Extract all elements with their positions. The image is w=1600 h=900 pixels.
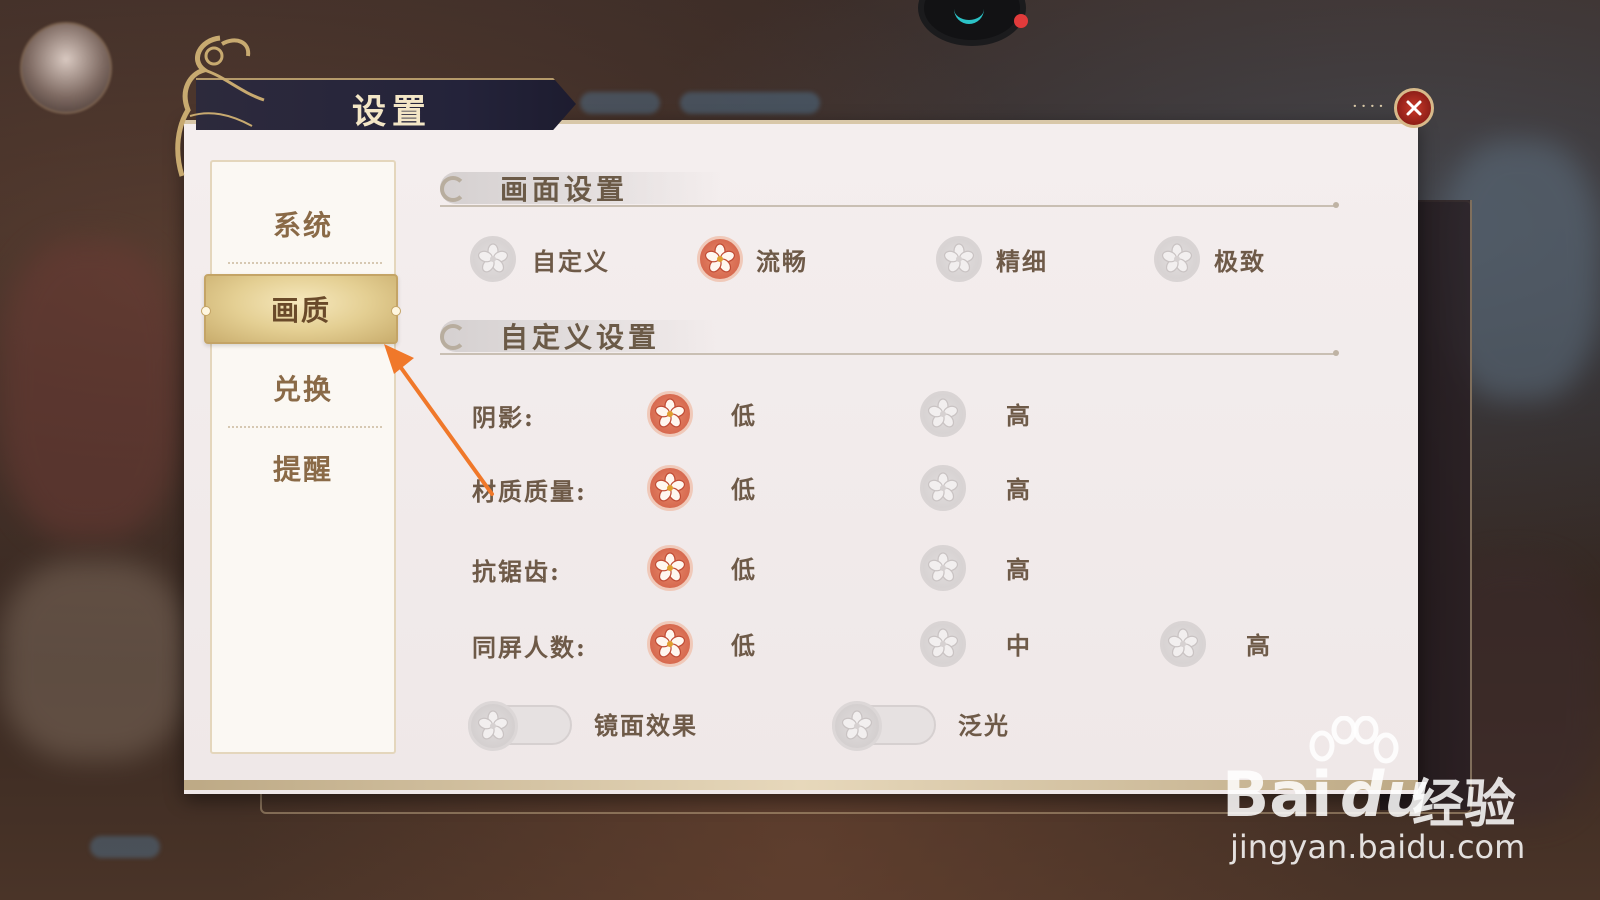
flower-icon <box>704 243 736 275</box>
flower-icon <box>841 710 873 742</box>
flower-icon <box>927 398 959 430</box>
texture-high-label: 高 <box>1006 475 1032 504</box>
sidebar-item-label: 画质 <box>270 294 331 327</box>
sidebar-item-redeem[interactable]: 兑换 <box>212 358 394 418</box>
sidebar-item-reminder[interactable]: 提醒 <box>212 438 394 498</box>
phoenix-ornament-icon <box>175 35 265 177</box>
background-blur-left <box>0 240 180 540</box>
flower-icon <box>654 472 686 504</box>
section-divider <box>440 205 1336 207</box>
preset-smooth-radio[interactable] <box>697 236 743 282</box>
sidebar-divider <box>228 262 382 264</box>
players-medium-radio[interactable] <box>920 621 966 667</box>
section-title: 画面设置 <box>500 173 629 206</box>
flower-icon <box>654 552 686 584</box>
preset-custom-radio[interactable] <box>470 236 516 282</box>
flower-icon <box>943 243 975 275</box>
mirror-effect-toggle[interactable] <box>468 701 572 751</box>
watermark-url: jingyan.baidu.com <box>1230 828 1526 866</box>
recording-dot-icon <box>1014 14 1028 28</box>
avatar <box>20 22 112 114</box>
section-divider <box>440 353 1336 355</box>
annotation-arrow-icon <box>384 344 494 496</box>
texture-low-label: 低 <box>731 475 757 504</box>
curl-ornament-icon <box>440 176 466 202</box>
page-title: 设置 <box>352 92 432 132</box>
preset-ultra-radio[interactable] <box>1154 236 1200 282</box>
preset-fine-label: 精细 <box>996 247 1048 276</box>
flower-icon <box>1161 243 1193 275</box>
sidebar-divider <box>228 426 382 428</box>
anti-aliasing-low-label: 低 <box>731 555 757 584</box>
flower-icon <box>927 628 959 660</box>
hud-blur-pill <box>680 92 820 114</box>
hud-blur-pill <box>90 836 160 858</box>
section-header-picture: 画面设置 <box>440 168 1340 208</box>
section-title: 自定义设置 <box>500 321 661 354</box>
anti-aliasing-high-radio[interactable] <box>920 545 966 591</box>
shadow-low-label: 低 <box>731 401 757 430</box>
flower-icon <box>477 243 509 275</box>
hud-blur-pill <box>580 92 660 114</box>
watermark-brand-cn: 经验 <box>1412 775 1517 835</box>
close-dots: ···· <box>1352 96 1387 117</box>
texture-high-radio[interactable] <box>920 465 966 511</box>
flower-icon <box>477 710 509 742</box>
preset-fine-radio[interactable] <box>936 236 982 282</box>
flower-icon <box>1167 628 1199 660</box>
flower-icon <box>654 398 686 430</box>
section-divider-dot <box>1333 350 1339 356</box>
anti-aliasing-low-radio[interactable] <box>647 545 693 591</box>
preset-smooth-label: 流畅 <box>756 247 808 276</box>
close-button[interactable] <box>1394 88 1434 128</box>
anti-aliasing-high-label: 高 <box>1006 555 1032 584</box>
sidebar-item-label: 系统 <box>272 209 333 242</box>
preset-custom-label: 自定义 <box>532 247 610 276</box>
section-header-custom: 自定义设置 <box>440 316 1340 356</box>
mirror-effect-label: 镜面效果 <box>594 711 698 740</box>
sidebar-item-system[interactable]: 系统 <box>212 194 394 254</box>
players-high-label: 高 <box>1246 631 1272 660</box>
players-medium-label: 中 <box>1006 631 1032 660</box>
players-on-screen-label: 同屏人数: <box>472 633 587 662</box>
shadow-low-radio[interactable] <box>647 391 693 437</box>
players-low-radio[interactable] <box>647 621 693 667</box>
texture-low-radio[interactable] <box>647 465 693 511</box>
players-low-label: 低 <box>731 631 757 660</box>
background-blur-left-lower <box>0 560 190 760</box>
players-high-radio[interactable] <box>1160 621 1206 667</box>
section-divider-dot <box>1333 202 1339 208</box>
close-icon <box>1406 100 1422 116</box>
anti-aliasing-label: 抗锯齿: <box>472 557 561 586</box>
watermark-brand: Bai <box>1222 758 1333 831</box>
sidebar-item-label: 提醒 <box>272 453 333 486</box>
shadow-high-radio[interactable] <box>920 391 966 437</box>
bloom-toggle[interactable] <box>832 701 936 751</box>
sidebar-item-graphics[interactable]: 画质 <box>201 274 401 344</box>
sidebar: 系统 兑换 提醒 <box>210 160 396 754</box>
preset-ultra-label: 极致 <box>1214 247 1266 276</box>
shadow-high-label: 高 <box>1006 401 1032 430</box>
sidebar-item-label: 兑换 <box>272 373 333 406</box>
flower-icon <box>927 552 959 584</box>
bloom-label: 泛光 <box>958 711 1010 740</box>
flower-icon <box>927 472 959 504</box>
flower-icon <box>654 628 686 660</box>
